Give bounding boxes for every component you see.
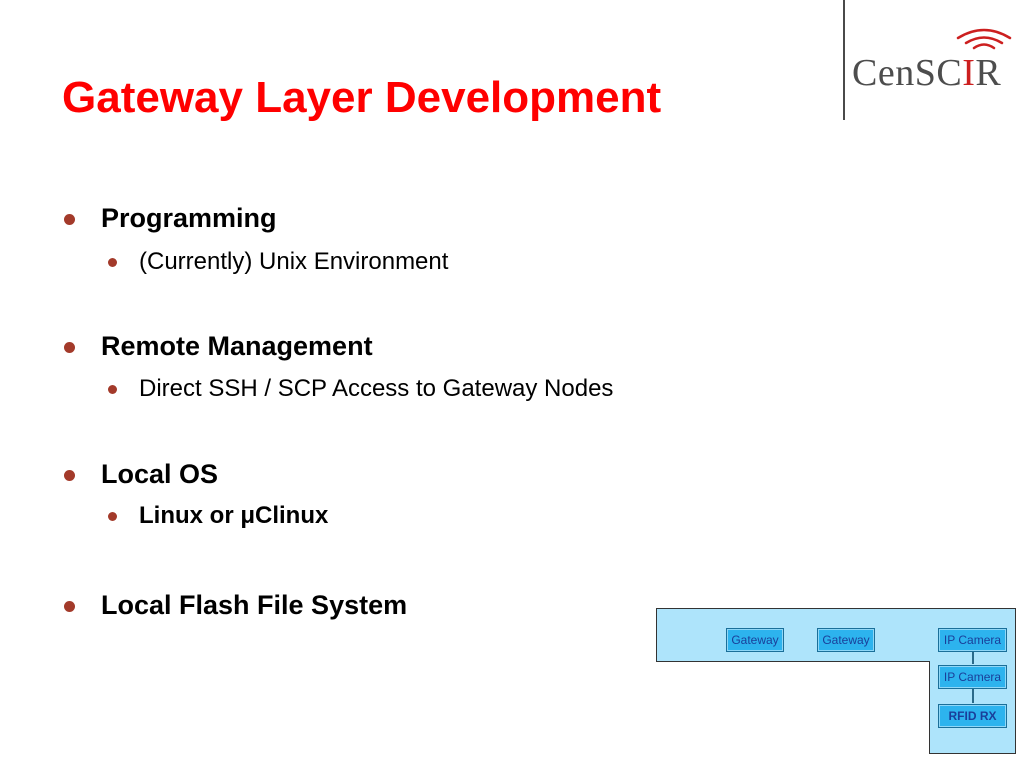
sub-bullet-dot-icon xyxy=(108,258,117,267)
sub-bullet-label: Direct SSH / SCP Access to Gateway Nodes xyxy=(139,375,614,402)
network-diagram: Gateway Gateway IP Camera IP Camera RFID… xyxy=(656,608,1016,754)
sub-bullet-dot-icon xyxy=(108,385,117,394)
rfid-rx-node: RFID RX xyxy=(938,704,1007,728)
gateway-node: Gateway xyxy=(726,628,784,652)
bullet-label: Local OS xyxy=(101,459,219,489)
ip-camera-node: IP Camera xyxy=(938,665,1007,689)
sub-bullet-label: Linux or μClinux xyxy=(139,502,329,529)
bullet-dot-icon xyxy=(64,342,75,353)
bullet-label: Remote Management xyxy=(101,331,373,361)
bullet-dot-icon xyxy=(64,470,75,481)
sub-bullet-dot-icon xyxy=(108,512,117,521)
sub-bullet-label: (Currently) Unix Environment xyxy=(139,248,449,275)
bullet-dot-icon xyxy=(64,214,75,225)
ip-camera-node: IP Camera xyxy=(938,628,1007,652)
gateway-node: Gateway xyxy=(817,628,875,652)
bullet-dot-icon xyxy=(64,601,75,612)
bullet-label: Local Flash File System xyxy=(101,590,408,620)
bullet-label: Programming xyxy=(101,203,277,233)
